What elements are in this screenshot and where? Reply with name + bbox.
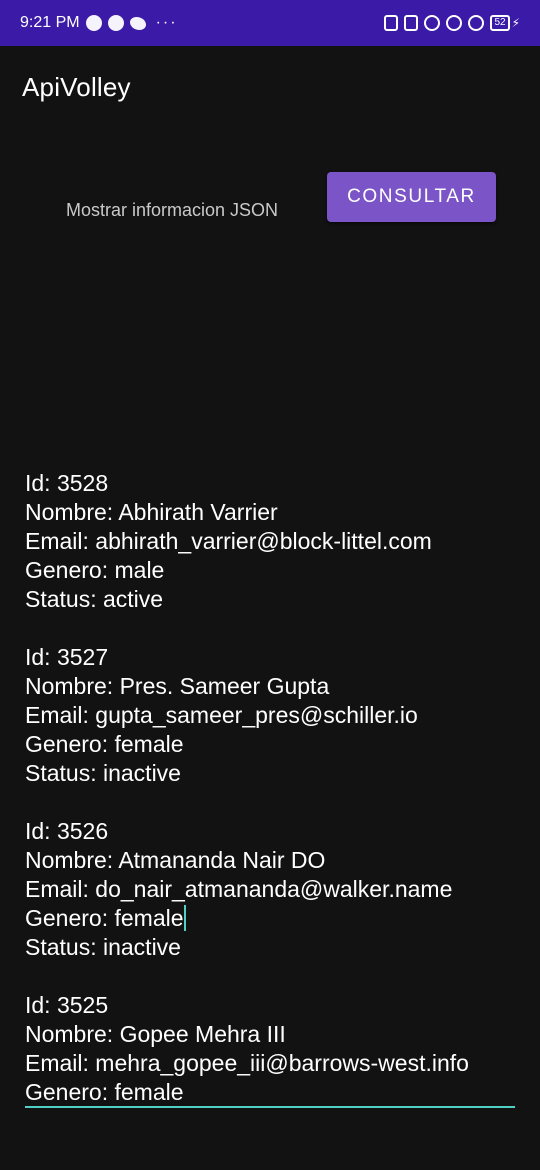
whatsapp-icon [85,15,102,31]
record-gender: Genero: male [25,557,165,583]
record-gender-row: Genero: female [25,904,515,933]
status-right: 52 ⚡ [384,15,520,31]
text-field-underline [25,1106,515,1108]
record-name: Nombre: Atmananda Nair DO [25,847,326,873]
notification-icon [107,15,124,31]
record-name: Nombre: Abhirath Varrier [25,499,278,525]
record-id: Id: 3528 [25,470,109,496]
record-gender: Genero: female [25,905,184,931]
battery-indicator: 52 ⚡ [490,15,520,31]
record-name: Nombre: Pres. Sameer Gupta [25,673,330,699]
data-saver-icon [446,15,463,31]
app-title: ApiVolley [22,72,131,102]
sync-icon [468,15,485,31]
status-left: 9:21 PM ··· [20,14,178,32]
record-name: Nombre: Gopee Mehra III [25,1021,286,1047]
record-item: Id: 3525 Nombre: Gopee Mehra III Email: … [25,991,515,1107]
status-time: 9:21 PM [20,14,80,31]
records-text[interactable]: Id: 3528 Nombre: Abhirath Varrier Email:… [25,469,515,1136]
record-item: Id: 3526 Nombre: Atmananda Nair DO Email… [25,817,515,962]
record-email: Email: mehra_gopee_iii@barrows-west.info [25,1050,469,1076]
charging-icon: ⚡ [511,16,520,30]
vibrate-icon [404,15,419,31]
record-id: Id: 3525 [25,992,109,1018]
record-status: Status: inactive [25,934,181,960]
record-email: Email: gupta_sameer_pres@schiller.io [25,702,418,728]
twitter-icon [129,16,146,30]
more-notifications-icon: ··· [155,14,178,31]
record-id: Id: 3527 [25,644,109,670]
record-id: Id: 3526 [25,818,109,844]
record-email: Email: abhirath_varrier@block-littel.com [25,528,432,554]
prompt-label: Mostrar informacion JSON [66,200,279,220]
record-gender: Genero: female [25,731,184,757]
app-bar: ApiVolley [0,46,540,132]
record-item: Id: 3527 Nombre: Pres. Sameer Gupta Emai… [25,643,515,788]
record-status: Status: active [25,586,164,612]
text-cursor [183,905,186,931]
consult-button[interactable]: CONSULTAR [327,172,496,222]
record-gender: Genero: female [25,1079,184,1105]
status-bar: 9:21 PM ··· 52 ⚡ [0,0,540,46]
record-status: Status: inactive [25,760,181,786]
battery-level: 52 [490,15,510,31]
record-email: Email: do_nair_atmananda@walker.name [25,876,453,902]
alarm-icon [384,15,399,31]
clock-icon [424,15,441,31]
record-item: Id: 3528 Nombre: Abhirath Varrier Email:… [25,469,515,614]
